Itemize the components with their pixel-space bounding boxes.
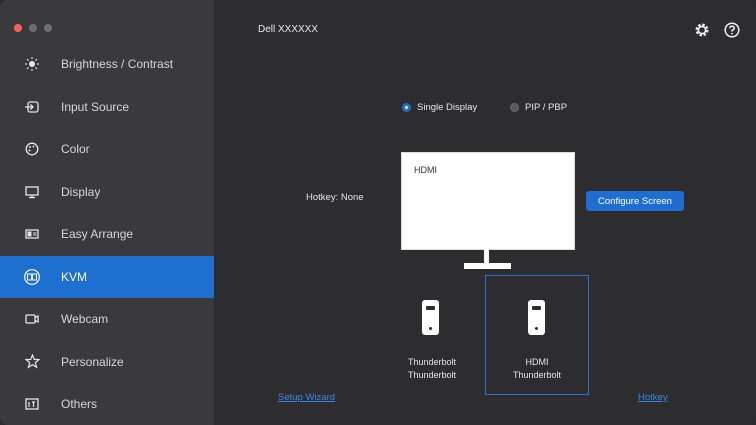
monitor-icon — [23, 183, 41, 201]
setup-wizard-link[interactable]: Setup Wizard — [278, 392, 335, 403]
gear-icon[interactable] — [694, 22, 710, 38]
pip-pbp-label: PIP / PBP — [525, 102, 568, 113]
window-controls — [14, 24, 52, 32]
monitor-stand-base — [464, 263, 511, 269]
sidebar-item-display[interactable]: Display — [0, 171, 214, 214]
close-window-button[interactable] — [14, 24, 22, 32]
others-icon — [23, 395, 41, 413]
sidebar-item-input-source[interactable]: Input Source — [0, 86, 214, 129]
computer-icon[interactable] — [422, 300, 439, 335]
computer-1-line1: Thunderbolt — [407, 357, 457, 367]
kvm-icon — [23, 268, 41, 286]
monitor-stand — [484, 248, 489, 263]
power-led — [535, 327, 538, 330]
configure-screen-button[interactable]: Configure Screen — [586, 191, 684, 211]
power-led — [429, 327, 432, 330]
sidebar-item-others[interactable]: Others — [0, 383, 214, 425]
sidebar-item-label: Personalize — [61, 354, 124, 369]
sidebar-item-webcam[interactable]: Webcam — [0, 298, 214, 341]
sidebar-item-label: Color — [61, 142, 90, 157]
pip-pbp-radio[interactable]: PIP / PBP — [510, 102, 567, 113]
sidebar-item-easy-arrange[interactable]: Easy Arrange — [0, 213, 214, 256]
sidebar-item-label: KVM — [61, 269, 88, 284]
monitor-preview: HDMI — [401, 152, 575, 250]
single-display-label: Single Display — [417, 102, 478, 113]
computer-1-line2: Thunderbolt — [407, 370, 457, 380]
computer-2-line1: HDMI — [525, 357, 549, 367]
single-display-radio[interactable]: Single Display — [402, 102, 477, 113]
computer-2-line2: Thunderbolt — [512, 370, 562, 380]
computer-2-label: HDMI Thunderbolt — [497, 356, 577, 382]
sidebar-item-kvm[interactable]: KVM — [0, 255, 214, 298]
sidebar-item-label: Others — [61, 397, 98, 412]
monitor-input-label: HDMI — [414, 165, 437, 175]
sidebar-item-color[interactable]: Color — [0, 128, 214, 171]
sidebar-item-personalize[interactable]: Personalize — [0, 341, 214, 384]
drive-slot — [532, 306, 541, 310]
hotkey-status: Hotkey: None — [306, 192, 364, 203]
computer-1-label: Thunderbolt Thunderbolt — [394, 356, 470, 382]
radio-selected-indicator — [402, 103, 411, 112]
color-palette-icon — [23, 140, 41, 158]
layout-icon — [23, 225, 41, 243]
drive-slot — [426, 306, 435, 310]
sidebar-item-label: Brightness / Contrast — [61, 57, 174, 72]
radio-unselected-indicator — [510, 103, 519, 112]
minimize-window-button[interactable] — [29, 24, 37, 32]
maximize-window-button[interactable] — [44, 24, 52, 32]
help-icon[interactable] — [724, 22, 740, 38]
sidebar-item-label: Display — [61, 184, 101, 199]
star-icon — [23, 353, 41, 371]
webcam-icon — [23, 310, 41, 328]
hotkey-link[interactable]: Hotkey — [638, 392, 668, 403]
window-title: Dell XXXXXX — [258, 24, 319, 35]
sidebar: Brightness / Contrast Input Source Color… — [0, 0, 214, 425]
sun-icon — [23, 55, 41, 73]
sidebar-item-label: Easy Arrange — [61, 227, 134, 242]
sidebar-item-label: Input Source — [61, 99, 130, 114]
computer-icon[interactable] — [528, 300, 545, 335]
sidebar-nav: Brightness / Contrast Input Source Color… — [0, 43, 214, 425]
sidebar-item-label: Webcam — [61, 312, 109, 327]
sidebar-item-brightness-contrast[interactable]: Brightness / Contrast — [0, 43, 214, 86]
input-source-icon — [23, 98, 41, 116]
app-window: Brightness / Contrast Input Source Color… — [0, 0, 756, 425]
